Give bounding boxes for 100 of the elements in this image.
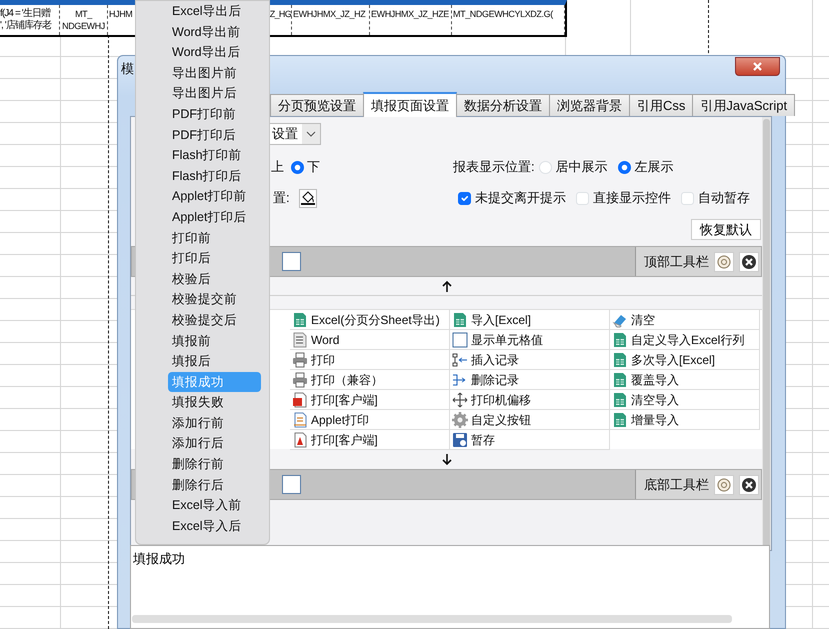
tab[interactable]: 引用Css: [629, 94, 694, 116]
menu-item[interactable]: 导出图片前: [168, 62, 261, 84]
menu-item[interactable]: Excel导入前: [168, 495, 261, 516]
menu-item[interactable]: Excel导入后: [168, 516, 261, 536]
toolbar-title: 顶部工具栏: [644, 252, 709, 271]
menu-item[interactable]: 删除行前: [168, 454, 261, 475]
menu-item[interactable]: 添加行后: [168, 433, 261, 454]
delete-row-icon: [452, 372, 468, 388]
radio-button[interactable]: [618, 160, 631, 174]
close-icon: [741, 476, 757, 492]
radio-label: 居中展示: [556, 158, 608, 176]
arrow-up-icon[interactable]: [442, 280, 452, 292]
sheet-cell: f(J4 = '生日赠 ', '店铺库存老: [0, 8, 52, 32]
gear-icon: [452, 412, 468, 428]
menu-item[interactable]: Flash打印前: [168, 145, 261, 166]
menu-item[interactable]: 填报失败: [168, 392, 261, 413]
chevron-down-icon: [306, 131, 316, 137]
checkbox[interactable]: [458, 192, 471, 204]
toolbar-option[interactable]: Applet打印: [290, 410, 450, 430]
toolbar-option[interactable]: 增量导入: [610, 410, 760, 430]
menu-item[interactable]: Applet打印后: [168, 206, 261, 228]
menu-item[interactable]: Applet打印前: [168, 186, 261, 207]
radio-label: 左展示: [634, 158, 674, 176]
empty-slot[interactable]: [282, 475, 301, 494]
field-label: 置:: [273, 189, 290, 208]
toolbar-option[interactable]: 显示单元格值: [450, 330, 610, 350]
toolbar-option[interactable]: Excel(分页分Sheet导出): [290, 310, 450, 330]
toolbar-option[interactable]: 自定义按钮: [450, 410, 610, 430]
checkbox-label: 自动暂存: [698, 189, 750, 208]
toolbar-option[interactable]: 暂存: [450, 430, 610, 450]
toolbar-option[interactable]: 打印机偏移: [450, 390, 610, 410]
spreadsheet-icon: [612, 412, 628, 428]
radio-label: 下: [307, 158, 320, 176]
menu-item[interactable]: Excel导出后: [168, 1, 261, 22]
toolbar-option[interactable]: 自定义导入Excel行列: [610, 330, 760, 350]
tab[interactable]: 填报页面设置: [363, 92, 457, 117]
toolbar-option[interactable]: 清空导入: [610, 390, 760, 410]
toolbar-option[interactable]: 打印: [290, 350, 450, 370]
menu-item[interactable]: Flash打印后: [168, 166, 261, 186]
move-icon: [452, 392, 468, 408]
menu-item[interactable]: 添加行前: [168, 412, 261, 434]
toolbar-option[interactable]: 打印[客户端]: [290, 390, 450, 410]
restore-default-button[interactable]: 恢复默认: [691, 219, 761, 240]
insert-row-icon: [452, 352, 468, 368]
tab[interactable]: 浏览器背景: [549, 94, 630, 116]
close-icon: [751, 60, 764, 72]
radio-button[interactable]: [291, 160, 304, 174]
spreadsheet-icon: [612, 372, 628, 388]
toolbar-title: 底部工具栏: [644, 476, 709, 494]
toolbar-option[interactable]: 删除记录: [450, 370, 610, 390]
radio-label: 上: [271, 158, 284, 176]
menu-item[interactable]: 打印前: [168, 228, 261, 248]
menu-item[interactable]: 校验提交前: [168, 289, 261, 310]
menu-item[interactable]: 删除行后: [168, 474, 261, 496]
menu-item[interactable]: 填报后: [168, 351, 261, 372]
menu-item[interactable]: Word导出后: [168, 42, 261, 63]
menu-item[interactable]: 填报前: [168, 330, 261, 352]
settings-button[interactable]: [714, 252, 734, 272]
script-editor[interactable]: 填报成功: [130, 545, 770, 629]
tab[interactable]: 分页预览设置: [270, 94, 364, 116]
paint-bucket-icon: [300, 190, 316, 206]
menu-item[interactable]: Word导出前: [168, 22, 261, 42]
checkbox-label: 未提交离开提示: [475, 189, 566, 208]
spreadsheet-icon: [612, 392, 628, 408]
scrollbar[interactable]: [132, 615, 732, 623]
sheet-cell: Z_HG: [270, 8, 291, 20]
toolbar-option[interactable]: 清空: [610, 310, 760, 330]
color-picker-button[interactable]: [298, 188, 317, 208]
toolbar-option[interactable]: 插入记录: [450, 350, 610, 370]
toolbar-option[interactable]: 打印（兼容）: [290, 370, 450, 390]
toolbar-option[interactable]: 打印[客户端]: [290, 430, 450, 450]
spreadsheet-icon: [292, 312, 308, 328]
document-icon: [292, 392, 308, 408]
sheet-cell: MT_ NDGEWHJ: [62, 8, 105, 32]
tab[interactable]: 引用JavaScript: [692, 94, 796, 116]
tab[interactable]: 数据分析设置: [456, 94, 550, 116]
toolbar-option[interactable]: 覆盖导入: [610, 370, 760, 390]
close-icon: [741, 254, 757, 270]
menu-item[interactable]: 校验提交后: [168, 310, 261, 330]
printer-icon: [292, 352, 308, 368]
empty-slot[interactable]: [282, 252, 301, 271]
toolbar-option[interactable]: 导入[Excel]: [450, 310, 610, 330]
toolbar-option[interactable]: 多次导入[Excel]: [610, 350, 760, 370]
sheet-cell: HJHM: [109, 8, 132, 20]
menu-item[interactable]: PDF打印前: [168, 104, 261, 125]
checkbox-label: 直接显示控件: [593, 189, 671, 208]
document-icon: [292, 432, 308, 448]
toolbar-option[interactable]: Word: [290, 330, 450, 350]
menu-item[interactable]: 导出图片后: [168, 83, 261, 104]
menu-item[interactable]: PDF打印后: [168, 124, 261, 146]
document-icon: [292, 412, 308, 428]
settings-button[interactable]: [714, 474, 734, 494]
sheet-cell: MT_NDGEWHCYLXDZ.G(: [453, 8, 553, 20]
menu-item[interactable]: 打印后: [168, 248, 261, 269]
sheet-cell: EWHJHMX_JZ_HZ: [293, 8, 366, 20]
arrow-down-icon[interactable]: [442, 452, 452, 466]
spreadsheet-icon: [612, 332, 628, 348]
cell-icon: [452, 332, 468, 348]
close-button[interactable]: [735, 56, 780, 76]
menu-item[interactable]: 校验后: [168, 268, 261, 290]
